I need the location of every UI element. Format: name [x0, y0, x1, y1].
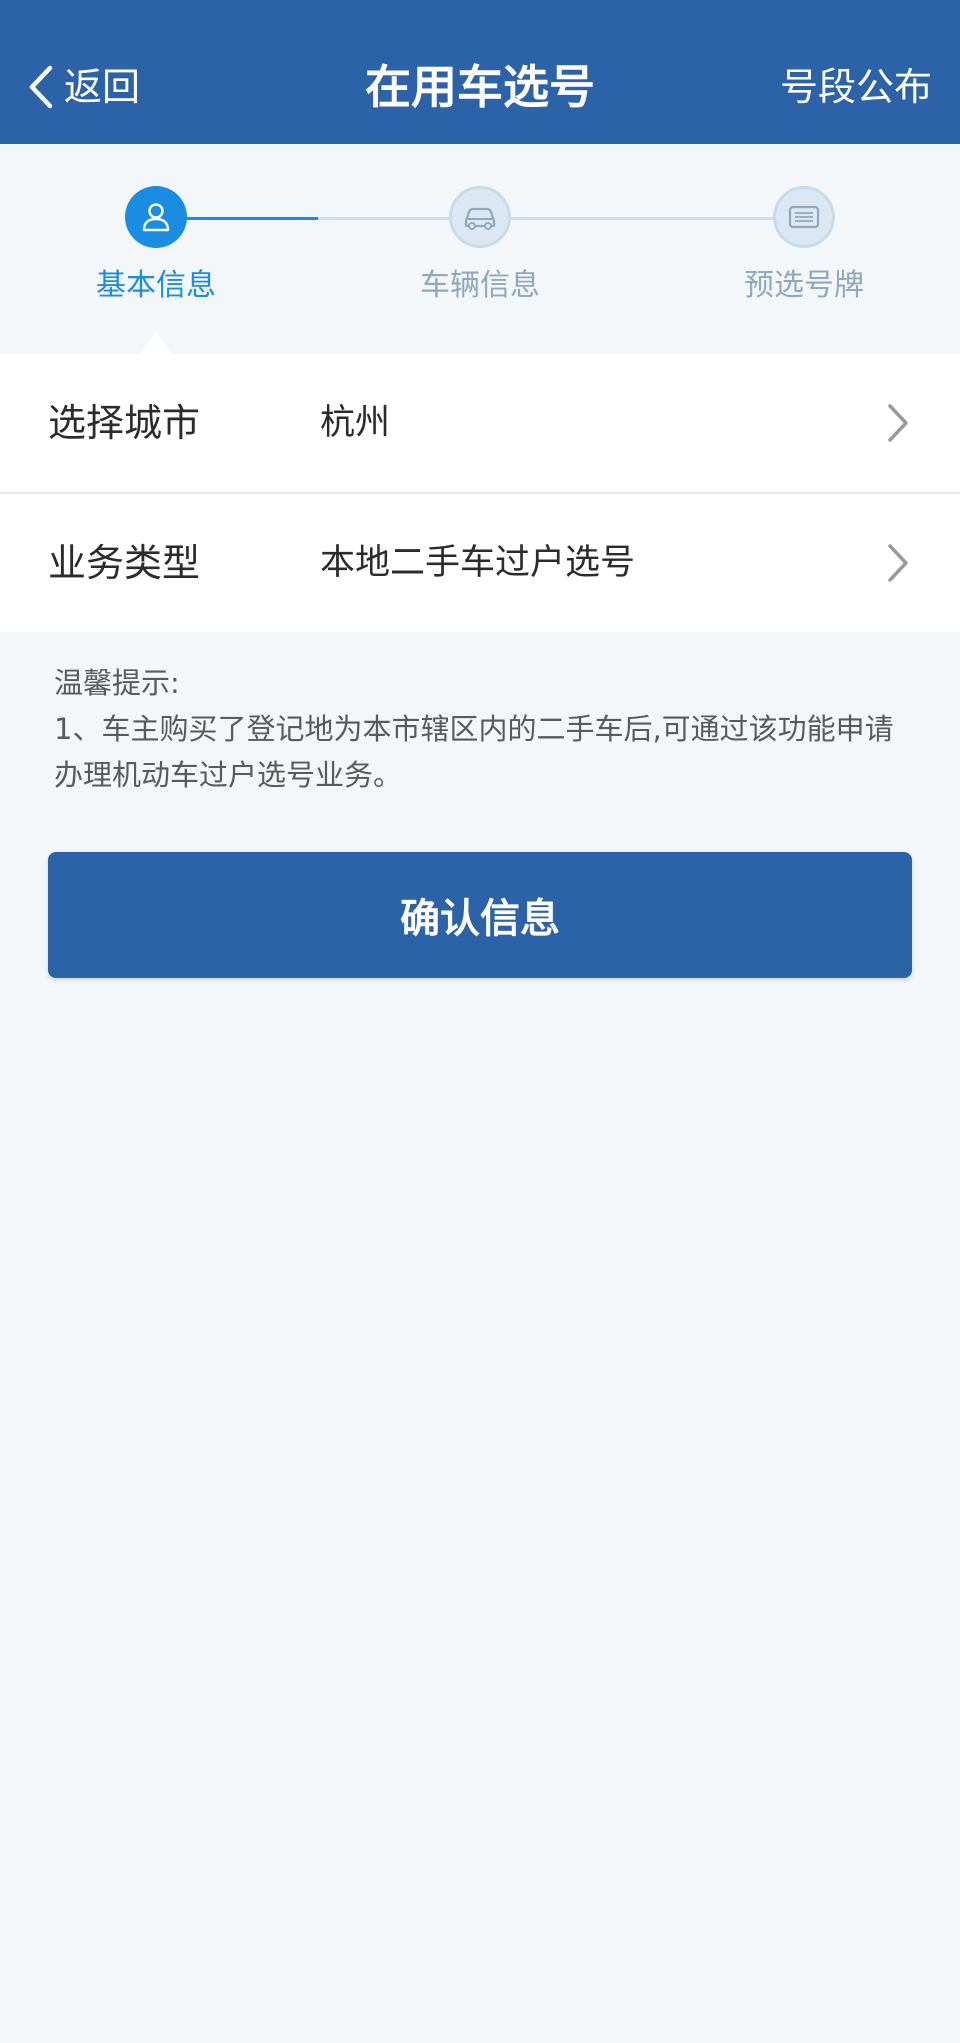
- tips-section: 温馨提示: 1、车主购买了登记地为本市辖区内的二手车后,可通过该功能申请办理机动…: [54, 660, 914, 798]
- step-circle-basic-info: [125, 186, 187, 248]
- select-city-row[interactable]: 选择城市 杭州: [0, 354, 960, 492]
- nav-bar: 返回 在用车选号 号段公布: [0, 0, 960, 144]
- chevron-left-icon: [29, 65, 53, 109]
- business-type-value: 本地二手车过户选号: [320, 543, 636, 583]
- business-type-label: 业务类型: [48, 541, 201, 585]
- step-pointer: [140, 332, 172, 354]
- business-type-row[interactable]: 业务类型 本地二手车过户选号: [0, 492, 960, 632]
- step-label-vehicle-info: 车辆信息: [420, 268, 540, 303]
- step-vehicle-info: 车辆信息: [380, 186, 580, 304]
- basic-info-form: 选择城市 杭州 业务类型 本地二手车过户选号: [0, 354, 960, 632]
- chevron-right-icon: [888, 544, 908, 582]
- number-range-link[interactable]: 号段公布: [780, 54, 932, 120]
- chevron-right-icon: [888, 404, 908, 442]
- user-icon: [142, 203, 170, 232]
- tips-title: 温馨提示:: [54, 666, 180, 700]
- step-circle-vehicle-info: [449, 186, 511, 248]
- city-value: 杭州: [320, 403, 391, 443]
- progress-steps: 基本信息 车辆信息 预选号牌: [0, 144, 960, 354]
- car-icon: [464, 207, 496, 230]
- back-button[interactable]: 返回: [28, 52, 140, 122]
- step-basic-info: 基本信息: [56, 186, 256, 304]
- step-plate-select: 预选号牌: [704, 186, 904, 304]
- step-circle-plate-select: [773, 186, 835, 248]
- confirm-button[interactable]: 确认信息: [48, 852, 912, 978]
- city-label: 选择城市: [48, 401, 201, 445]
- license-plate-icon: [788, 205, 820, 229]
- tips-text: 1、车主购买了登记地为本市辖区内的二手车后,可通过该功能申请办理机动车过户选号业…: [54, 712, 894, 792]
- step-label-plate-select: 预选号牌: [744, 268, 864, 303]
- back-label: 返回: [64, 65, 141, 109]
- step-label-basic-info: 基本信息: [96, 268, 216, 303]
